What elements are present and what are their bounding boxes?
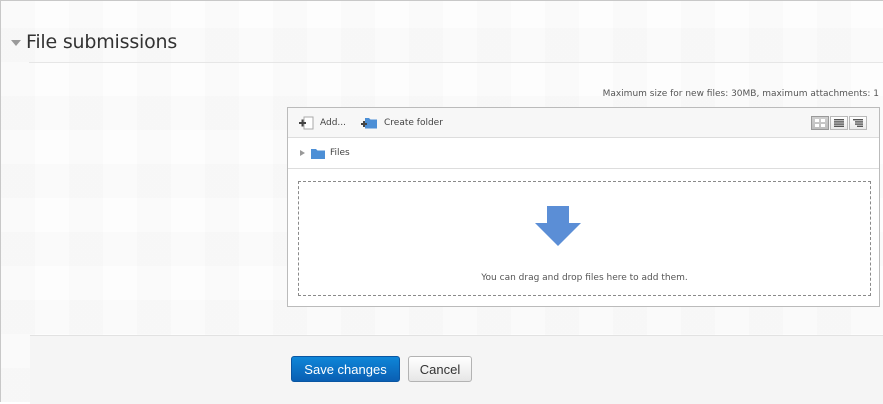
file-path-bar[interactable]: Files (288, 138, 879, 169)
icons-view-icon[interactable] (811, 116, 829, 130)
page-frame: File submissions Maximum size for new fi… (0, 0, 883, 404)
section-title: File submissions (26, 31, 178, 53)
expand-arrow-icon[interactable] (300, 150, 305, 156)
list-view-icon[interactable] (830, 116, 848, 130)
view-mode-toggle (810, 116, 867, 130)
collapse-caret-icon[interactable] (11, 40, 21, 46)
tree-view-icon[interactable] (849, 116, 867, 130)
drop-arrow-icon (535, 206, 581, 246)
create-folder-icon (361, 117, 378, 128)
file-manager-toolbar: Add... Create folder (288, 108, 879, 138)
drop-zone-message: You can drag and drop files here to add … (481, 273, 688, 283)
folder-label: Files (330, 148, 350, 158)
save-changes-button[interactable]: Save changes (291, 356, 400, 382)
add-file-button[interactable]: Add... (298, 116, 346, 130)
file-drop-zone[interactable]: You can drag and drop files here to add … (298, 181, 871, 296)
upload-limits-text: Maximum size for new files: 30MB, maximu… (602, 89, 879, 99)
create-folder-label: Create folder (384, 117, 443, 128)
form-actions-bar: Save changes Cancel (30, 335, 883, 404)
section-header[interactable]: File submissions (11, 31, 177, 53)
add-file-label: Add... (320, 117, 347, 128)
add-file-icon (299, 116, 314, 129)
file-manager: Add... Create folder Files You can drag … (287, 107, 880, 307)
cancel-button[interactable]: Cancel (408, 356, 472, 382)
create-folder-button[interactable]: Create folder (360, 116, 443, 130)
folder-icon (311, 148, 325, 159)
section-divider (29, 62, 883, 63)
